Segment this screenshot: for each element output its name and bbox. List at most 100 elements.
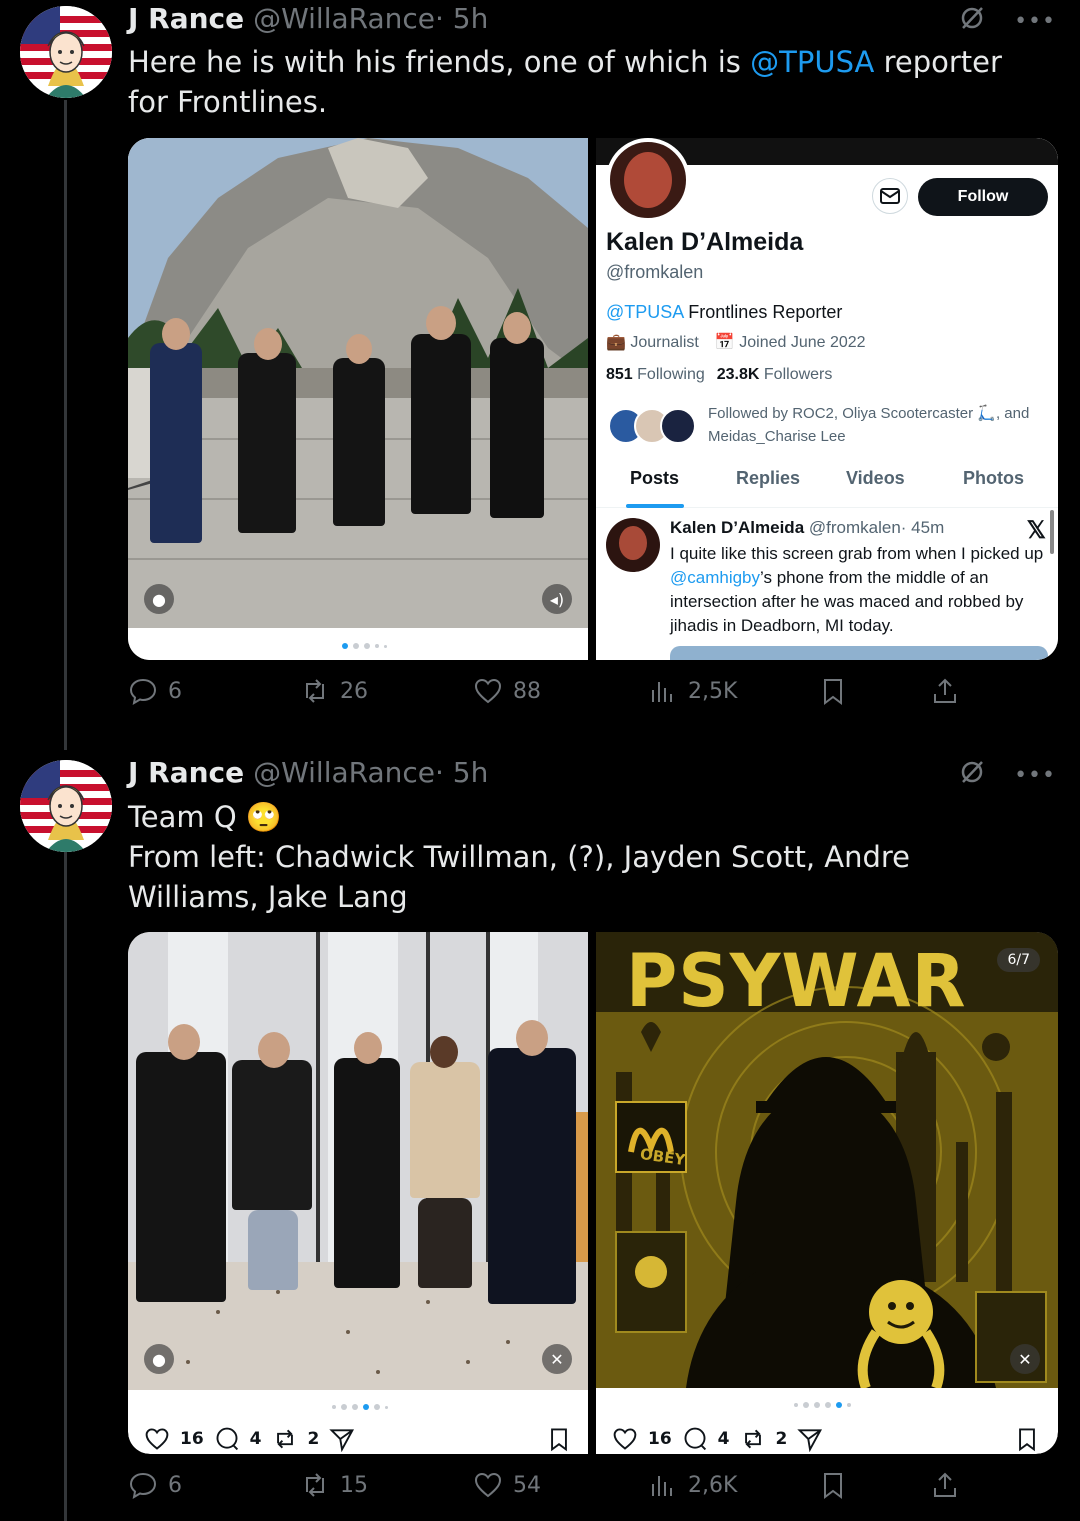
scrollbar[interactable] bbox=[1050, 510, 1054, 554]
tab-videos[interactable]: Videos bbox=[846, 468, 905, 489]
mention-link[interactable]: @TPUSA bbox=[750, 45, 874, 79]
author-handle[interactable]: @WillaRance bbox=[253, 2, 435, 35]
active-tab-indicator bbox=[626, 504, 684, 508]
author-avatar[interactable] bbox=[20, 6, 112, 98]
comment-icon[interactable] bbox=[682, 1426, 708, 1452]
bio-mention[interactable]: @TPUSA bbox=[606, 302, 683, 322]
bookmark-icon bbox=[824, 679, 842, 705]
heart-icon[interactable] bbox=[144, 1426, 170, 1452]
card-comment-count: 4 bbox=[249, 1429, 262, 1449]
photo-mount-rushmore[interactable]: ● ◂) bbox=[128, 138, 588, 660]
tweet-text: Here he is with his friends, one of whic… bbox=[128, 42, 1048, 122]
mute-icon[interactable] bbox=[958, 4, 986, 39]
person-figure bbox=[238, 353, 296, 533]
post-mention[interactable]: @camhigby bbox=[670, 568, 760, 587]
bookmark-icon[interactable] bbox=[1014, 1426, 1040, 1452]
repost-button[interactable]: 26 bbox=[300, 676, 368, 706]
media-grid[interactable]: ● ◂) Follow Kalen D’Almeida @fromkalen @… bbox=[128, 138, 1058, 660]
profile-tabs: Posts Replies Videos Photos bbox=[596, 468, 1058, 508]
views-button[interactable]: 2,6K bbox=[648, 1470, 737, 1500]
profile-bio: @TPUSA Frontlines Reporter bbox=[606, 302, 842, 323]
person-head bbox=[503, 312, 531, 344]
bio-text: Frontlines Reporter bbox=[683, 302, 843, 322]
send-icon[interactable] bbox=[329, 1426, 355, 1452]
followed-by-text[interactable]: Followed by ROC2, Oliya Scootercaster 🛴,… bbox=[708, 402, 1048, 448]
profile-card-screenshot[interactable]: Follow Kalen D’Almeida @fromkalen @TPUSA… bbox=[596, 138, 1058, 660]
following-count: 851 bbox=[606, 366, 633, 383]
repost-icon bbox=[306, 679, 324, 703]
photo-group[interactable]: ● ✕ 16 4 2 bbox=[128, 932, 588, 1454]
author-name[interactable]: J Rance bbox=[128, 756, 244, 789]
repost-icon[interactable] bbox=[272, 1426, 298, 1452]
carousel-dots bbox=[342, 643, 387, 649]
comment-icon[interactable] bbox=[214, 1426, 240, 1452]
profile-joined: 📅 Joined June 2022 bbox=[715, 332, 866, 352]
carousel-dots bbox=[332, 1404, 388, 1410]
more-icon[interactable]: ••• bbox=[1014, 763, 1056, 788]
post-author-name: Kalen D’Almeida bbox=[670, 518, 805, 537]
mail-icon[interactable] bbox=[872, 178, 908, 214]
repost-icon[interactable] bbox=[740, 1426, 766, 1452]
share-button[interactable] bbox=[930, 1470, 960, 1500]
tab-photos[interactable]: Photos bbox=[963, 468, 1024, 489]
media-grid[interactable]: ● ✕ 16 4 2 PSYWAR 6/7 OBEY ✕ 16 4 2 bbox=[128, 932, 1058, 1454]
person-figure bbox=[334, 1058, 400, 1288]
author-avatar[interactable] bbox=[20, 760, 112, 852]
like-icon bbox=[474, 678, 502, 704]
person-figure bbox=[418, 1198, 472, 1288]
author-handle[interactable]: @WillaRance bbox=[253, 756, 435, 789]
save-area bbox=[1014, 1426, 1040, 1452]
followers-stat[interactable]: 23.8K Followers bbox=[717, 366, 833, 384]
like-button[interactable]: 88 bbox=[473, 676, 541, 706]
author-name[interactable]: J Rance bbox=[128, 2, 244, 35]
user-tag-icon[interactable]: ● bbox=[144, 1344, 174, 1374]
card-comment-count: 4 bbox=[717, 1429, 730, 1449]
person-figure bbox=[232, 1060, 312, 1210]
tweet-time[interactable]: · 5h bbox=[435, 2, 488, 35]
more-icon[interactable]: ••• bbox=[1014, 9, 1056, 34]
following-stat[interactable]: 851 Following bbox=[606, 366, 705, 384]
volume-icon[interactable]: ◂) bbox=[542, 584, 572, 614]
post-text-part: I quite like this screen grab from when … bbox=[670, 544, 1044, 563]
person-head bbox=[258, 1032, 290, 1068]
bookmark-button[interactable] bbox=[818, 1470, 848, 1500]
heart-icon[interactable] bbox=[612, 1426, 638, 1452]
muted-volume-icon[interactable]: ✕ bbox=[542, 1344, 572, 1374]
tweet-text-part: Here he is with his friends, one of whic… bbox=[128, 45, 751, 79]
tab-replies[interactable]: Replies bbox=[736, 468, 800, 489]
followers-label: Followers bbox=[763, 366, 833, 383]
post-header: Kalen D’Almeida @fromkalen· 45m bbox=[670, 518, 944, 538]
mute-icon[interactable] bbox=[958, 758, 986, 793]
person-figure bbox=[411, 334, 471, 514]
tab-posts[interactable]: Posts bbox=[630, 468, 679, 489]
reply-button[interactable]: 6 bbox=[128, 1470, 182, 1500]
share-icon bbox=[934, 1472, 956, 1497]
like-button[interactable]: 54 bbox=[473, 1470, 541, 1500]
reply-count: 6 bbox=[168, 1472, 182, 1498]
person-figure bbox=[136, 1052, 226, 1302]
carousel-dots bbox=[794, 1402, 851, 1408]
reply-count: 6 bbox=[168, 678, 182, 704]
profile-avatar bbox=[606, 138, 690, 222]
photo-psywar-poster[interactable]: PSYWAR 6/7 OBEY ✕ 16 4 2 bbox=[596, 932, 1058, 1454]
person-head bbox=[426, 306, 456, 340]
muted-volume-icon[interactable]: ✕ bbox=[1010, 1344, 1040, 1374]
share-button[interactable] bbox=[930, 676, 960, 706]
user-tag-icon[interactable]: ● bbox=[144, 584, 174, 614]
follow-button[interactable]: Follow bbox=[918, 178, 1048, 216]
post-body: I quite like this screen grab from when … bbox=[670, 542, 1050, 638]
bookmark-icon[interactable] bbox=[546, 1426, 572, 1452]
person-head bbox=[516, 1020, 548, 1056]
bookmark-button[interactable] bbox=[818, 676, 848, 706]
x-logo-icon: 𝕏 bbox=[1026, 517, 1046, 544]
person-figure bbox=[248, 1210, 298, 1290]
bookmark-icon bbox=[824, 1473, 842, 1499]
tweet-actions: 6 15 54 2,6K bbox=[128, 1470, 978, 1510]
person-head bbox=[354, 1032, 382, 1064]
reply-button[interactable]: 6 bbox=[128, 676, 182, 706]
media-divider bbox=[588, 138, 596, 660]
send-icon[interactable] bbox=[797, 1426, 823, 1452]
tweet-time[interactable]: · 5h bbox=[435, 756, 488, 789]
views-button[interactable]: 2,5K bbox=[648, 676, 737, 706]
repost-button[interactable]: 15 bbox=[300, 1470, 368, 1500]
